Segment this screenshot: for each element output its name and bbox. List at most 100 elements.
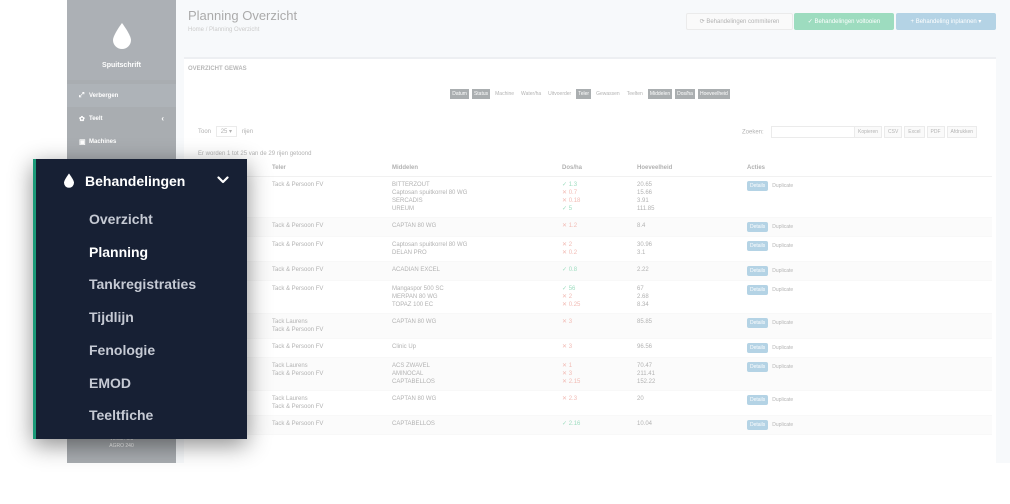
hoev-line: 3.91 [637, 197, 649, 204]
details-button[interactable]: Details [747, 265, 769, 276]
menu-item-fenologie[interactable]: Fenologie [89, 342, 155, 358]
middelen-line: UREUM [392, 205, 414, 212]
complete-treatments-button[interactable]: ✓ Behandelingen voltooien [794, 13, 894, 30]
show-label: Toon [198, 129, 212, 135]
column-header[interactable]: Teler [268, 161, 388, 177]
details-button[interactable]: Details [747, 317, 769, 328]
column-header[interactable]: Middelen [388, 161, 558, 177]
menu-header-behandelingen[interactable]: Behandelingen [36, 159, 247, 203]
details-button[interactable]: Details [747, 361, 769, 372]
menu-item-emod[interactable]: EMOD [89, 375, 131, 391]
menu-item-tankregistraties[interactable]: Tankregistraties [89, 276, 196, 292]
teler-cell: Tack Laurens Tack & Persoon FV [268, 357, 388, 391]
toggle-middelen[interactable]: Middelen [647, 89, 673, 99]
duplicate-button[interactable]: Duplicate [772, 268, 793, 274]
duplicate-button[interactable]: Duplicate [772, 183, 793, 189]
duplicate-button[interactable]: Duplicate [772, 364, 793, 370]
menu-item-teeltfiche[interactable]: Teeltfiche [89, 407, 153, 423]
actions-cell: Details Duplicate [743, 236, 992, 262]
teler-cell: Tack Laurens Tack & Persoon FV [268, 390, 388, 416]
duplicate-button[interactable]: Duplicate [772, 397, 793, 403]
teler-line: Tack & Persoon FV [272, 241, 324, 248]
duplicate-button[interactable]: Duplicate [772, 345, 793, 351]
middelen-cell: Captosan spuitkorrel 80 WG DELAN PRO [388, 236, 558, 262]
details-button[interactable]: Details [747, 221, 769, 232]
export-pdf-button[interactable]: PDF [926, 126, 945, 138]
table-row: IngelandTack LaurensTack & Persoon FVACS… [198, 357, 992, 391]
column-header[interactable]: Dos/ha [558, 161, 633, 177]
page-size-control: Toon 25 ▾ rijen [198, 126, 253, 137]
toggle-uitvoerder[interactable]: Uitvoerder [546, 89, 573, 99]
duplicate-button[interactable]: Duplicate [772, 320, 793, 326]
details-button[interactable]: Details [747, 394, 769, 405]
middelen-line: Captosan spuitkorrel 80 WG [392, 189, 468, 196]
teler-line: Tack Laurens [272, 318, 308, 325]
menu-item-planning[interactable]: Planning [89, 244, 148, 260]
dos-line: ✕ 2 [562, 293, 573, 300]
toggle-teelten[interactable]: Teelten [625, 89, 645, 99]
middelen-cell: Clinic Up [388, 338, 558, 358]
panel-title: OVERZICHT GEWAS [188, 66, 247, 72]
search-label: Zoeken: [742, 129, 764, 136]
details-button[interactable]: Details [747, 419, 769, 430]
export-csv-button[interactable]: CSV [884, 126, 903, 138]
column-header[interactable]: Hoeveelheid [633, 161, 743, 177]
toggle-gewassen[interactable]: Gewassen [594, 89, 622, 99]
duplicate-button[interactable]: Duplicate [772, 243, 793, 249]
sidebar-item-teelt[interactable]: ✿ Teelt ‹ [67, 107, 176, 130]
middelen-cell: ACADIAN EXCEL [388, 261, 558, 281]
details-button[interactable]: Details [747, 180, 769, 191]
toggle-machine[interactable]: Machine [493, 89, 516, 99]
actions-cell: Details Duplicate [743, 261, 992, 281]
toggle-hoeveelheid[interactable]: Hoeveelheid [697, 89, 730, 99]
duplicate-button[interactable]: Duplicate [772, 422, 793, 428]
teler-cell: Tack & Persoon FV [268, 176, 388, 218]
menu-item-tijdlijn[interactable]: Tijdlijn [89, 309, 134, 325]
commit-treatments-button[interactable]: ⟳ Behandelingen commiteren [686, 13, 793, 30]
teler-line: Tack & Persoon FV [272, 420, 324, 427]
export-copy-button[interactable]: Kopieren [854, 126, 883, 138]
actions-cell: Details Duplicate [743, 217, 992, 237]
breadcrumb-home[interactable]: Home [188, 27, 204, 33]
toggle-datum[interactable]: Datum [450, 89, 469, 99]
details-button[interactable]: Details [747, 342, 769, 353]
export-print-button[interactable]: Afdrukken [946, 126, 978, 138]
middelen-cell: BITTERZOUT Captosan spuitkorrel 80 WG SERC… [388, 176, 558, 218]
water-drop-icon [113, 23, 131, 49]
search-input[interactable] [771, 126, 858, 138]
details-button[interactable]: Details [747, 240, 769, 251]
actions-cell: Details Duplicate [743, 357, 992, 391]
check-icon: ✓ [807, 19, 815, 25]
toggle-teler[interactable]: Teler [576, 89, 592, 99]
toggle-dos[interactable]: Dos/ha [675, 89, 695, 99]
duplicate-button[interactable]: Duplicate [772, 287, 793, 293]
middelen-cell: ACS ZWAVEL AMINOCAL CAPTABELLOS [388, 357, 558, 391]
hoev-line: 8.4 [637, 222, 646, 229]
duplicate-button[interactable]: Duplicate [772, 224, 793, 230]
middelen-line: BITTERZOUT [392, 181, 430, 188]
sidebar-item-label: Teelt [89, 115, 103, 122]
middelen-line: ACS ZWAVEL [392, 362, 431, 369]
table-row: IngelandTack LaurensTack & Persoon FVCAP… [198, 313, 992, 339]
hoev-line: 2.68 [637, 293, 649, 300]
dos-line: ✕ 0.2 [562, 249, 578, 256]
middelen-line: Clinic Up [392, 343, 417, 350]
dos-cell: ✕ 1 ✕ 3 ✕ 2.15 [558, 357, 633, 391]
toggle-water[interactable]: Water/ha [519, 89, 543, 99]
dos-line: ✕ 0.18 [562, 197, 581, 204]
middelen-line: MERPAN 80 WG [392, 293, 438, 300]
sidebar-item-label: Verbergen [89, 92, 119, 99]
sidebar-item-verbergen[interactable]: ⤢ Verbergen [67, 84, 176, 107]
toggle-status[interactable]: Status [471, 89, 491, 99]
column-header[interactable]: Acties [743, 161, 992, 177]
table-row: IngelandTack & Persoon FVBITTERZOUTCapto… [198, 176, 992, 218]
details-button[interactable]: Details [747, 284, 769, 295]
plan-treatment-button[interactable]: + Behandeling inplannen ▾ [896, 13, 996, 30]
middelen-line: AMINOCAL [392, 370, 424, 377]
actions-cell: Details Duplicate [743, 338, 992, 358]
hoev-line: 70.47 [637, 362, 653, 369]
sidebar-item-machines[interactable]: ▣ Machines [67, 130, 176, 153]
menu-item-overzicht[interactable]: Overzicht [89, 211, 153, 227]
page-size-select[interactable]: 25 ▾ [215, 126, 238, 137]
export-excel-button[interactable]: Excel [904, 126, 925, 138]
